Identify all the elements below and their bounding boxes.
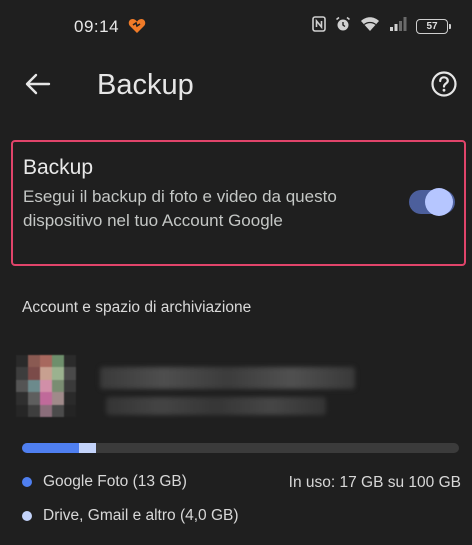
back-button[interactable]: [20, 68, 56, 104]
section-header-account-storage: Account e spazio di archiviazione: [22, 299, 252, 316]
legend-label-google-photos: Google Foto (13 GB): [43, 473, 187, 490]
alarm-icon: [335, 16, 351, 37]
top-app-bar: Backup: [0, 52, 472, 122]
toggle-thumb: [425, 188, 453, 216]
status-bar: 09:14 57: [0, 0, 472, 52]
storage-usage-text: In uso: 17 GB su 100 GB: [288, 474, 461, 491]
legend-label-drive-gmail: Drive, Gmail e altro (4,0 GB): [43, 507, 239, 524]
nfc-icon: [312, 15, 326, 37]
avatar: [16, 355, 76, 417]
account-row[interactable]: [0, 355, 472, 425]
backup-setting-row[interactable]: Backup Esegui il backup di foto e video …: [11, 140, 466, 266]
help-circle-icon: [430, 70, 458, 103]
status-time: 09:14: [74, 17, 120, 36]
storage-progress-bar: [22, 443, 459, 453]
backup-toggle-switch[interactable]: [409, 188, 455, 216]
battery-level: 57: [426, 20, 438, 32]
backup-setting-description: Esegui il backup di foto e video da ques…: [23, 187, 337, 230]
app-heart-icon: [128, 18, 146, 34]
page-title: Backup: [97, 69, 194, 101]
legend-drive-gmail: Drive, Gmail e altro (4,0 GB): [22, 505, 462, 527]
help-button[interactable]: [428, 70, 460, 102]
signal-icon: [389, 16, 407, 37]
account-info-redacted: [100, 363, 360, 419]
battery-icon: 57: [416, 18, 451, 34]
wifi-icon: [360, 16, 380, 37]
legend-dot-drive-gmail: [22, 511, 32, 521]
arrow-back-icon: [25, 73, 51, 100]
storage-segment-drive-gmail: [78, 443, 97, 453]
backup-setting-title: Backup: [23, 156, 94, 179]
legend-dot-google-photos: [22, 477, 32, 487]
storage-segment-google-photos: [22, 443, 79, 453]
